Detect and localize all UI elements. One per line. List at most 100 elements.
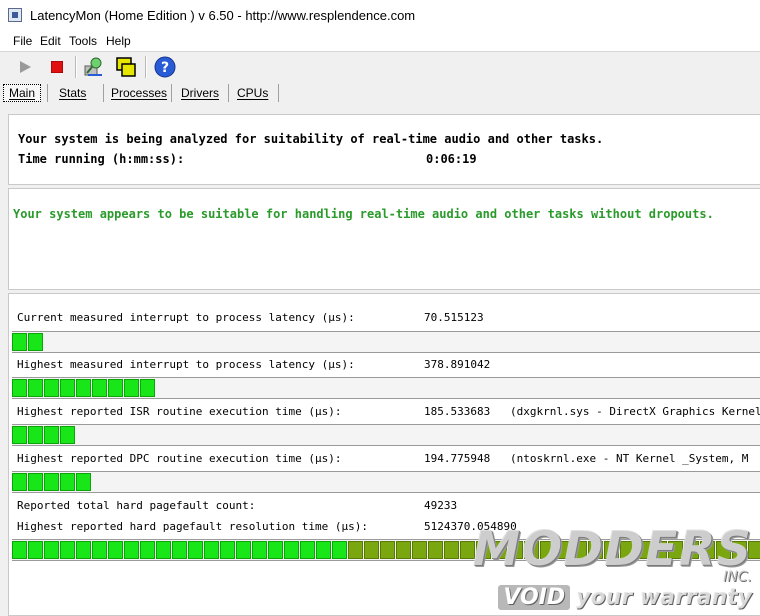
bar-segment (60, 541, 75, 559)
bar-segment (28, 333, 43, 351)
menu-edit[interactable]: Edit (40, 34, 61, 48)
time-running-value: 0:06:19 (426, 152, 477, 166)
tab-cpus[interactable]: CPUs (232, 84, 273, 102)
bar-segment (444, 541, 459, 559)
bar-segment (44, 473, 59, 491)
dpc-value: 194.775948 (424, 452, 491, 465)
analyze-button[interactable] (82, 55, 106, 79)
verdict-text: Your system appears to be suitable for h… (13, 207, 714, 221)
play-icon (20, 61, 31, 73)
help-icon: ? (154, 56, 176, 78)
bar-segment (268, 541, 283, 559)
bar-segment (636, 541, 651, 559)
bar-segment (124, 541, 139, 559)
verdict-panel: Your system appears to be suitable for h… (8, 188, 760, 290)
tab-main[interactable]: Main (3, 84, 41, 102)
windows-button[interactable] (114, 55, 138, 79)
pagefault-time-label: Highest reported hard pagefault resoluti… (17, 520, 368, 533)
bar-segment (700, 541, 715, 559)
tab-separator (103, 84, 104, 102)
bar-segment (28, 426, 43, 444)
tab-drivers[interactable]: Drivers (176, 84, 224, 102)
bar-segment (44, 379, 59, 397)
bar-segment (12, 473, 27, 491)
bar-segment (412, 541, 427, 559)
bar-segment (556, 541, 571, 559)
title-bar: LatencyMon (Home Edition ) v 6.50 - http… (0, 0, 760, 31)
menu-tools[interactable]: Tools (69, 34, 97, 48)
tab-bar: Main Stats Processes Drivers CPUs (0, 82, 760, 104)
tab-separator (171, 84, 172, 102)
menu-file[interactable]: File (13, 34, 32, 48)
stop-button[interactable] (45, 55, 69, 79)
analyze-icon (84, 57, 102, 76)
tab-separator (278, 84, 279, 102)
dpc-driver: (ntoskrnl.exe - NT Kernel _System, M (510, 452, 749, 465)
bar-segment (12, 541, 27, 559)
bar-segment (604, 541, 619, 559)
bar-segment (12, 333, 27, 351)
bar-segment (460, 541, 475, 559)
start-button[interactable] (13, 55, 37, 79)
pagefault-time-value: 5124370.054890 (424, 520, 517, 533)
bar-segment (668, 541, 683, 559)
menu-bar: File Edit Tools Help (0, 31, 760, 52)
isr-bar (12, 424, 760, 446)
bar-segment (508, 541, 523, 559)
isr-value: 185.533683 (424, 405, 491, 418)
pagefault-time-bar (12, 539, 760, 561)
bar-segment (476, 541, 491, 559)
toolbar: ? (0, 52, 760, 82)
bar-segment (732, 541, 747, 559)
highest-latency-value: 378.891042 (424, 358, 491, 371)
bar-segment (140, 379, 155, 397)
dpc-bar (12, 471, 760, 493)
bar-segment (652, 541, 667, 559)
menu-help[interactable]: Help (106, 34, 131, 48)
bar-segment (572, 541, 587, 559)
isr-label: Highest reported ISR routine execution t… (17, 405, 342, 418)
bar-segment (28, 473, 43, 491)
bar-segment (684, 541, 699, 559)
status-panel: Your system is being analyzed for suitab… (8, 114, 760, 185)
metrics-panel: Current measured interrupt to process la… (8, 293, 760, 616)
bar-segment (300, 541, 315, 559)
current-latency-value: 70.515123 (424, 311, 484, 324)
bar-segment (12, 426, 27, 444)
bar-segment (76, 379, 91, 397)
app-icon (8, 8, 22, 22)
bar-segment (316, 541, 331, 559)
bar-segment (92, 379, 107, 397)
bar-segment (140, 541, 155, 559)
pagefault-count-label: Reported total hard pagefault count: (17, 499, 256, 512)
bar-segment (204, 541, 219, 559)
analysis-status-text: Your system is being analyzed for suitab… (18, 132, 604, 146)
bar-segment (428, 541, 443, 559)
dpc-label: Highest reported DPC routine execution t… (17, 452, 342, 465)
bar-segment (76, 473, 91, 491)
current-latency-bar (12, 331, 760, 353)
bar-segment (44, 541, 59, 559)
highest-latency-label: Highest measured interrupt to process la… (17, 358, 355, 371)
bar-segment (188, 541, 203, 559)
bar-segment (332, 541, 347, 559)
tab-processes[interactable]: Processes (106, 84, 172, 102)
current-latency-label: Current measured interrupt to process la… (17, 311, 355, 324)
windows-icon (116, 57, 136, 77)
bar-segment (396, 541, 411, 559)
isr-driver: (dxgkrnl.sys - DirectX Graphics Kernel (510, 405, 760, 418)
bar-segment (540, 541, 555, 559)
tab-stats[interactable]: Stats (54, 84, 91, 102)
bar-segment (588, 541, 603, 559)
bar-segment (364, 541, 379, 559)
time-running-label: Time running (h:mm:ss): (18, 152, 185, 166)
tab-separator (47, 84, 48, 102)
bar-segment (92, 541, 107, 559)
bar-segment (28, 541, 43, 559)
bar-segment (60, 473, 75, 491)
help-button[interactable]: ? (153, 55, 177, 79)
toolbar-separator (145, 56, 147, 78)
bar-segment (716, 541, 731, 559)
bar-segment (60, 426, 75, 444)
bar-segment (620, 541, 635, 559)
